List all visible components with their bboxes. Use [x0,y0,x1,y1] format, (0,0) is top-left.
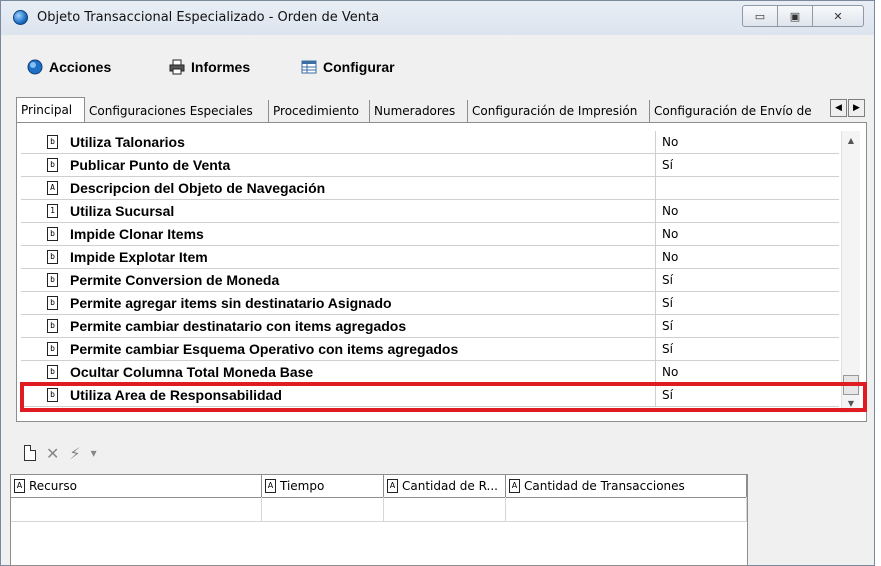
table-cell[interactable] [506,497,747,521]
property-row[interactable]: b Permite cambiar Esquema Operativo con … [21,338,839,361]
tab-scroll-right-icon[interactable]: ▶ [848,99,865,117]
text-type-icon: A [14,479,25,493]
property-label: Permite agregar items sin destinatario A… [70,295,392,311]
boolean-type-icon: b [47,342,58,356]
property-label: Permite cambiar Esquema Operativo con it… [70,341,459,357]
property-value[interactable]: Sí [655,269,839,291]
property-label: Utiliza Sucursal [70,203,175,219]
highlight-box [20,382,867,412]
column-header-cantidad-transacciones[interactable]: A Cantidad de Transacciones [506,475,747,497]
table-row[interactable] [11,497,747,522]
tab-numeradores[interactable]: Numeradores [370,100,468,122]
column-header-label: Recurso [29,479,77,493]
menu-bar: Acciones Informes Configurar [11,47,861,87]
boolean-type-icon: b [47,296,58,310]
resource-toolbar: ✕ ⚡ ▾ [24,441,97,465]
property-row[interactable]: b Permite Conversion de Moneda Sí [21,269,839,292]
property-row[interactable]: A Descripcion del Objeto de Navegación [21,177,839,200]
boolean-type-icon: b [47,158,58,172]
wand-icon[interactable]: ⚡ [69,444,80,463]
property-value[interactable]: Sí [655,154,839,176]
property-label: Publicar Punto de Venta [70,157,231,173]
resource-table-header: A Recurso A Tiempo A Cantidad de R... A … [11,475,747,498]
column-header-tiempo[interactable]: A Tiempo [262,475,384,497]
dropdown-arrow-icon[interactable]: ▾ [91,446,97,460]
property-row[interactable]: b Publicar Punto de Venta Sí [21,154,839,177]
properties-panel: b Utiliza Talonarios No b Publicar Punto… [16,122,867,422]
tab-strip: Principal Configuraciones Especiales Pro… [16,97,867,123]
boolean-type-icon: b [47,273,58,287]
menu-acciones[interactable]: Acciones [27,59,111,75]
property-row[interactable]: b Utiliza Talonarios No [21,131,839,154]
property-value[interactable]: Sí [655,292,839,314]
property-label: Permite cambiar destinatario con items a… [70,318,407,334]
property-row[interactable]: b Ocultar Columna Total Moneda Base No [21,361,839,384]
property-value[interactable]: Sí [655,315,839,337]
text-type-icon: A [387,479,398,493]
resource-table: A Recurso A Tiempo A Cantidad de R... A … [10,474,748,566]
boolean-type-icon: b [47,319,58,333]
printer-icon [169,59,185,75]
property-label: Ocultar Columna Total Moneda Base [70,364,314,380]
column-header-label: Cantidad de Transacciones [524,479,685,493]
text-type-icon: A [509,479,520,493]
property-label: Impide Explotar Item [70,249,208,265]
property-row[interactable]: b Impide Explotar Item No [21,246,839,269]
text-type-icon: A [47,181,58,195]
new-document-icon[interactable] [24,445,36,461]
property-value[interactable]: No [655,246,839,268]
tab-configuraciones-especiales[interactable]: Configuraciones Especiales [85,100,269,122]
property-row[interactable]: 1 Utiliza Sucursal No [21,200,839,223]
table-cell[interactable] [384,497,506,521]
properties-grid: b Utiliza Talonarios No b Publicar Punto… [21,131,839,411]
property-label: Descripcion del Objeto de Navegación [70,180,326,196]
property-value[interactable]: No [655,223,839,245]
property-label: Utiliza Talonarios [70,134,185,150]
property-row[interactable]: b Permite agregar items sin destinatario… [21,292,839,315]
number-type-icon: 1 [47,204,58,218]
tab-principal[interactable]: Principal [16,97,85,123]
column-header-label: Cantidad de R... [402,479,498,493]
tab-configuracion-impresion[interactable]: Configuración de Impresión [468,100,650,122]
text-type-icon: A [265,479,276,493]
menu-configurar[interactable]: Configurar [301,59,395,75]
table-cell[interactable] [11,497,262,521]
maximize-button[interactable]: ▣ [777,5,813,27]
minimize-button[interactable]: ▭ [742,5,778,27]
property-label: Impide Clonar Items [70,226,204,242]
property-value[interactable]: No [655,131,839,153]
boolean-type-icon: b [47,250,58,264]
scroll-up-icon[interactable]: ▲ [842,133,860,149]
title-bar: Objeto Transaccional Especializado - Ord… [1,1,874,35]
tab-procedimiento[interactable]: Procedimiento [269,100,370,122]
boolean-type-icon: b [47,365,58,379]
property-value[interactable]: No [655,200,839,222]
delete-icon[interactable]: ✕ [46,444,59,463]
menu-informes[interactable]: Informes [169,59,250,75]
window-title: Objeto Transaccional Especializado - Ord… [37,10,380,25]
boolean-type-icon: b [47,227,58,241]
property-row[interactable]: b Impide Clonar Items No [21,223,839,246]
menu-informes-label: Informes [191,59,251,75]
close-button[interactable]: ✕ [812,5,864,27]
column-header-recurso[interactable]: A Recurso [11,475,262,497]
tab-configuracion-envio[interactable]: Configuración de Envío de [650,100,830,122]
menu-acciones-label: Acciones [49,59,112,75]
tab-scroll-left-icon[interactable]: ◀ [830,99,847,117]
table-icon [301,60,317,74]
property-value[interactable]: No [655,361,839,383]
app-globe-icon [13,10,28,25]
property-label: Permite Conversion de Moneda [70,272,280,288]
column-header-label: Tiempo [280,479,325,493]
vertical-scrollbar[interactable]: ▲ ▼ [841,131,860,413]
boolean-type-icon: b [47,135,58,149]
property-value[interactable]: Sí [655,338,839,360]
menu-configurar-label: Configurar [323,59,395,75]
property-value[interactable] [655,177,839,199]
property-row[interactable]: b Permite cambiar destinatario con items… [21,315,839,338]
table-cell[interactable] [262,497,384,521]
globe-icon [27,59,43,75]
column-header-cantidad-recursos[interactable]: A Cantidad de R... [384,475,506,497]
